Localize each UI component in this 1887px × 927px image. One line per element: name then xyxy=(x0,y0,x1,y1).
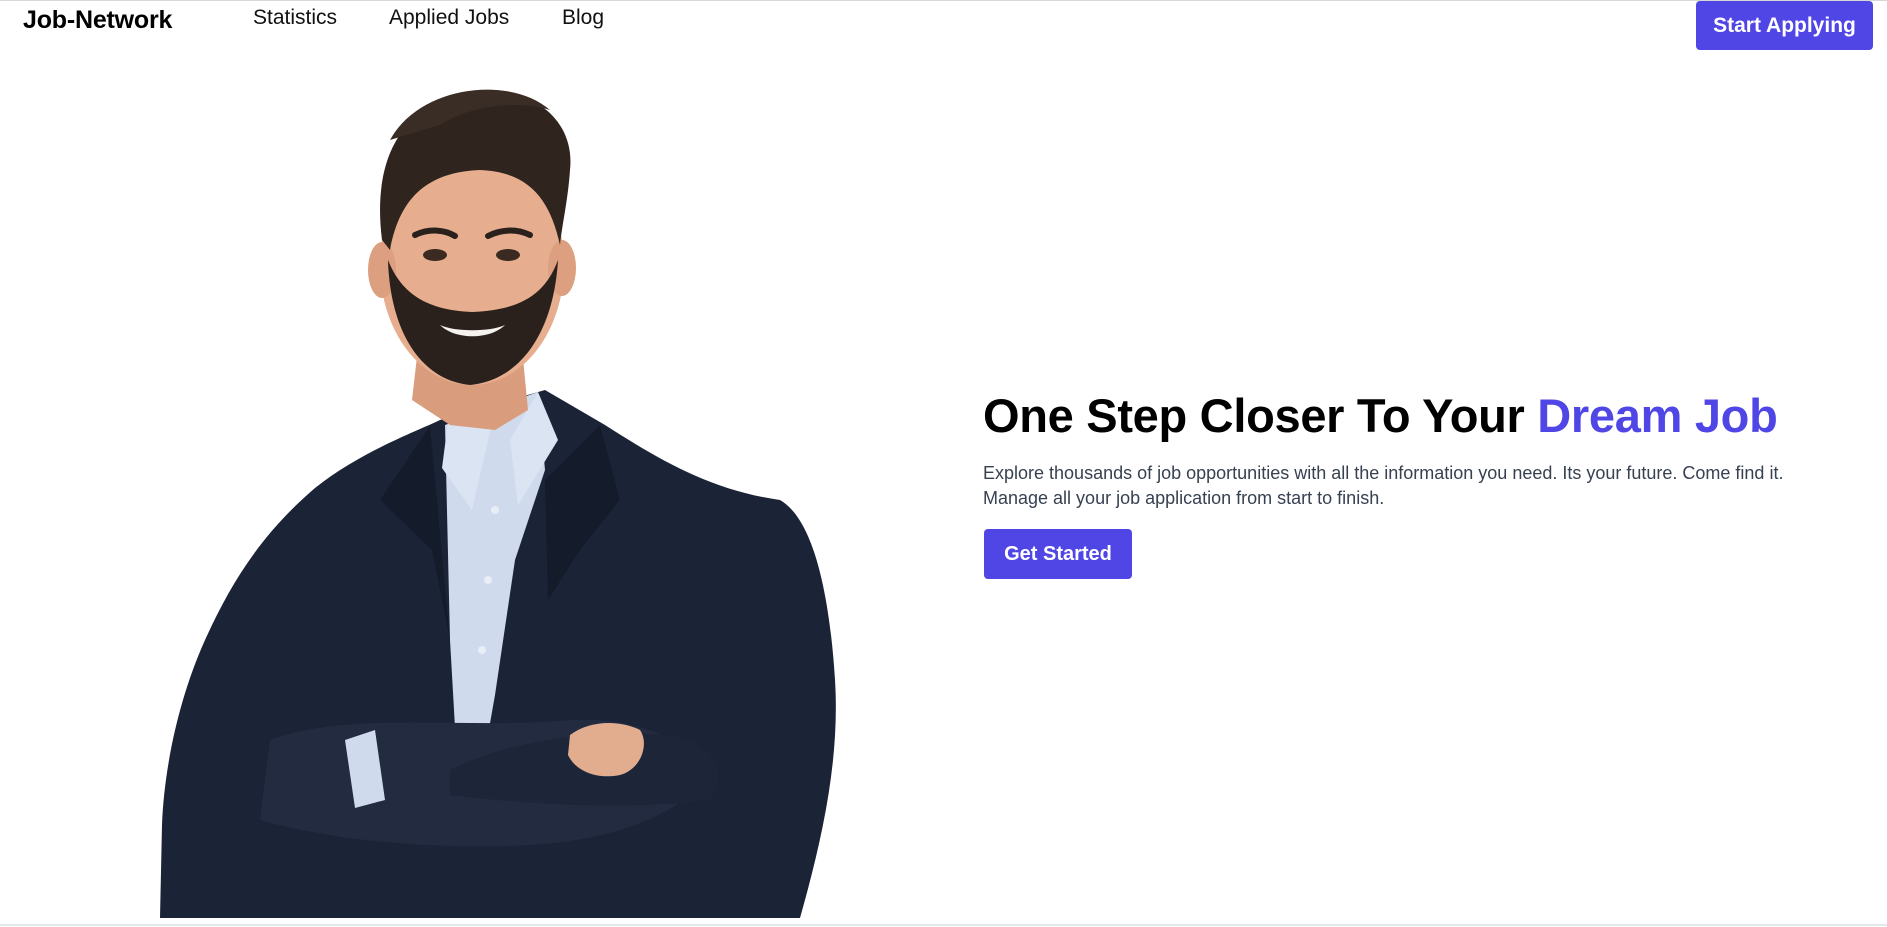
nav-link-statistics[interactable]: Statistics xyxy=(253,6,337,30)
landing-page: Job-Network Statistics Applied Jobs Blog… xyxy=(0,0,1887,927)
start-applying-button[interactable]: Start Applying xyxy=(1696,1,1873,50)
hero-portrait-image xyxy=(150,80,850,918)
hero-title-accent: Dream Job xyxy=(1537,389,1778,442)
nav-link-applied-jobs[interactable]: Applied Jobs xyxy=(389,6,509,30)
get-started-button[interactable]: Get Started xyxy=(984,529,1132,579)
top-divider xyxy=(0,0,1887,1)
bottom-divider xyxy=(0,924,1887,926)
hero-title-prefix: One Step Closer To Your xyxy=(983,389,1538,442)
nav-link-blog[interactable]: Blog xyxy=(562,6,604,30)
hero-description: Explore thousands of job opportunities w… xyxy=(983,463,1784,508)
hero-title: One Step Closer To Your Dream Job xyxy=(983,388,1778,443)
brand-logo[interactable]: Job-Network xyxy=(23,6,172,35)
